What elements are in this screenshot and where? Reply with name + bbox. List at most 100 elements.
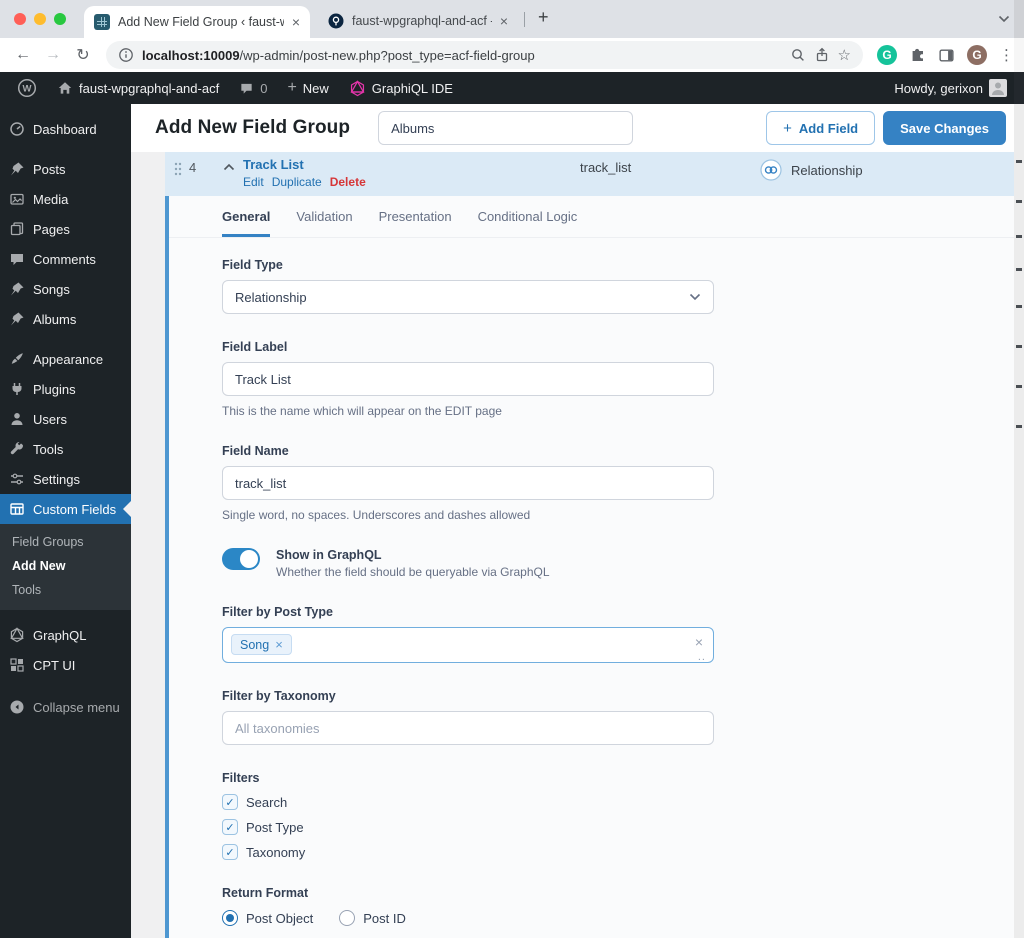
add-field-button[interactable]: + Add Field	[766, 111, 876, 145]
sidebar-item-pages[interactable]: Pages	[0, 214, 131, 244]
sidebar-item-cpt-ui[interactable]: CPT UI	[0, 650, 131, 680]
collapse-arrow-icon	[10, 700, 24, 714]
back-button[interactable]: ←	[10, 46, 36, 64]
checkbox-checked-icon[interactable]: ✓	[222, 794, 238, 810]
zoom-icon[interactable]	[790, 47, 806, 63]
pages-icon	[10, 222, 24, 236]
drag-handle-icon[interactable]	[173, 161, 183, 177]
sidebar-item-albums[interactable]: Albums	[0, 304, 131, 334]
site-info-icon[interactable]	[118, 47, 134, 63]
sidebar-item-dashboard[interactable]: Dashboard	[0, 114, 131, 144]
sidebar-item-plugins[interactable]: Plugins	[0, 374, 131, 404]
clear-select-icon[interactable]: ×	[695, 634, 703, 650]
field-name-hint: Single word, no spaces. Underscores and …	[222, 508, 531, 522]
sidebar-item-graphql[interactable]: GraphQL	[0, 620, 131, 650]
show-in-graphql-hint: Whether the field should be queryable vi…	[276, 565, 550, 579]
taxonomy-select-input[interactable]	[222, 711, 714, 745]
sidebar-item-comments[interactable]: Comments	[0, 244, 131, 274]
filter-taxonomy-group: Filter by Taxonomy	[222, 689, 1014, 745]
tab-conditional-logic[interactable]: Conditional Logic	[478, 196, 578, 237]
browser-menu-icon[interactable]: ⋮	[999, 46, 1014, 64]
post-type-multiselect[interactable]: Song × × ..	[222, 627, 714, 663]
sidebar-item-custom-fields[interactable]: Custom Fields	[0, 494, 131, 524]
new-content-menu[interactable]: + New	[280, 72, 335, 104]
my-account-menu[interactable]: Howdy, gerixon	[887, 72, 1014, 104]
submenu-add-new[interactable]: Add New	[0, 554, 131, 578]
save-changes-button[interactable]: Save Changes	[883, 111, 1006, 145]
radio-selected-icon[interactable]	[222, 910, 238, 926]
sidebar-item-posts[interactable]: Posts	[0, 154, 131, 184]
side-panel-icon[interactable]	[938, 47, 955, 64]
new-tab-button[interactable]: +	[538, 7, 549, 28]
sidebar-item-appearance[interactable]: Appearance	[0, 344, 131, 374]
browser-tab-active[interactable]: Add New Field Group ‹ faust-w ×	[84, 6, 310, 38]
browser-tab-inactive[interactable]: faust-wpgraphql-and-acf - ×	[320, 8, 516, 34]
checkbox-checked-icon[interactable]: ✓	[222, 844, 238, 860]
acf-favicon-icon	[94, 14, 110, 30]
field-title-block: Track List Edit Duplicate Delete	[243, 157, 366, 189]
settings-sliders-icon	[11, 473, 23, 485]
field-name-input[interactable]	[222, 466, 714, 500]
field-label-input[interactable]	[222, 362, 714, 396]
radio-unselected-icon[interactable]	[339, 910, 356, 926]
field-group-title-input[interactable]	[378, 111, 634, 145]
filter-option-taxonomy[interactable]: ✓ Taxonomy	[222, 844, 1014, 860]
delete-field-link[interactable]: Delete	[330, 175, 366, 189]
submenu-tools[interactable]: Tools	[0, 578, 131, 602]
tab-title: faust-wpgraphql-and-acf -	[352, 14, 492, 28]
graphiql-logo-icon	[350, 79, 365, 96]
collapse-field-chevron-icon[interactable]	[223, 163, 235, 171]
graphql-icon	[10, 627, 24, 643]
field-title-link[interactable]: Track List	[243, 157, 366, 172]
bookmark-star-icon[interactable]: ☆	[838, 46, 851, 64]
plugin-icon	[12, 383, 22, 395]
share-icon[interactable]	[814, 47, 830, 63]
grammarly-extension-icon[interactable]: G	[877, 45, 897, 65]
sidebar-item-settings[interactable]: Settings	[0, 464, 131, 494]
collapse-menu-button[interactable]: Collapse menu	[0, 692, 131, 722]
sidebar-item-songs[interactable]: Songs	[0, 274, 131, 304]
tab-search-chevron-icon[interactable]	[998, 15, 1010, 23]
radio-post-object[interactable]: Post Object	[222, 910, 313, 926]
remove-tag-icon[interactable]: ×	[275, 637, 283, 652]
graphiql-ide-menu[interactable]: GraphiQL IDE	[342, 72, 460, 104]
reload-button[interactable]: ↻	[70, 45, 96, 65]
submenu-field-groups[interactable]: Field Groups	[0, 530, 131, 554]
sidebar-item-media[interactable]: Media	[0, 184, 131, 214]
site-name-menu[interactable]: faust-wpgraphql-and-acf	[50, 72, 226, 104]
field-type-label: Field Type	[222, 258, 283, 272]
sidebar-label: Settings	[33, 471, 80, 487]
tab-presentation[interactable]: Presentation	[379, 196, 452, 237]
checkbox-checked-icon[interactable]: ✓	[222, 819, 238, 835]
extensions-puzzle-icon[interactable]	[909, 47, 926, 64]
duplicate-field-link[interactable]: Duplicate	[272, 175, 322, 189]
filter-option-search[interactable]: ✓ Search	[222, 794, 1014, 810]
close-window-button[interactable]	[14, 13, 26, 25]
comments-menu[interactable]: 0	[232, 72, 274, 104]
edit-field-link[interactable]: Edit	[243, 175, 264, 189]
sidebar-item-tools[interactable]: Tools	[0, 434, 131, 464]
comments-icon	[11, 254, 23, 265]
tab-close-icon[interactable]: ×	[292, 14, 300, 30]
field-type-select[interactable]: Relationship	[222, 280, 714, 314]
field-type-label: Relationship	[791, 162, 863, 178]
sidebar-item-users[interactable]: Users	[0, 404, 131, 434]
forward-button[interactable]: →	[40, 46, 66, 64]
tab-validation[interactable]: Validation	[296, 196, 352, 237]
show-in-graphql-toggle[interactable]	[222, 548, 260, 570]
address-bar[interactable]: localhost:10009/wp-admin/post-new.php?po…	[106, 41, 863, 69]
show-in-graphql-group: Show in GraphQL Whether the field should…	[222, 548, 1014, 579]
browser-profile-avatar[interactable]: G	[967, 45, 987, 65]
minimize-window-button[interactable]	[34, 13, 46, 25]
show-in-graphql-label: Show in GraphQL	[276, 548, 382, 562]
maximize-window-button[interactable]	[54, 13, 66, 25]
wp-logo-menu[interactable]: W	[10, 72, 44, 104]
background-window-edge	[1014, 0, 1024, 938]
sidebar-label: Songs	[33, 281, 70, 297]
tab-close-icon[interactable]: ×	[500, 13, 508, 29]
tab-general[interactable]: General	[222, 196, 271, 237]
radio-post-id[interactable]: Post ID	[339, 910, 406, 926]
filter-option-post-type[interactable]: ✓ Post Type	[222, 819, 1014, 835]
field-row-track-list[interactable]: 4 Track List Edit Duplicate Delete track…	[165, 152, 1014, 196]
relationship-icon	[760, 159, 782, 181]
